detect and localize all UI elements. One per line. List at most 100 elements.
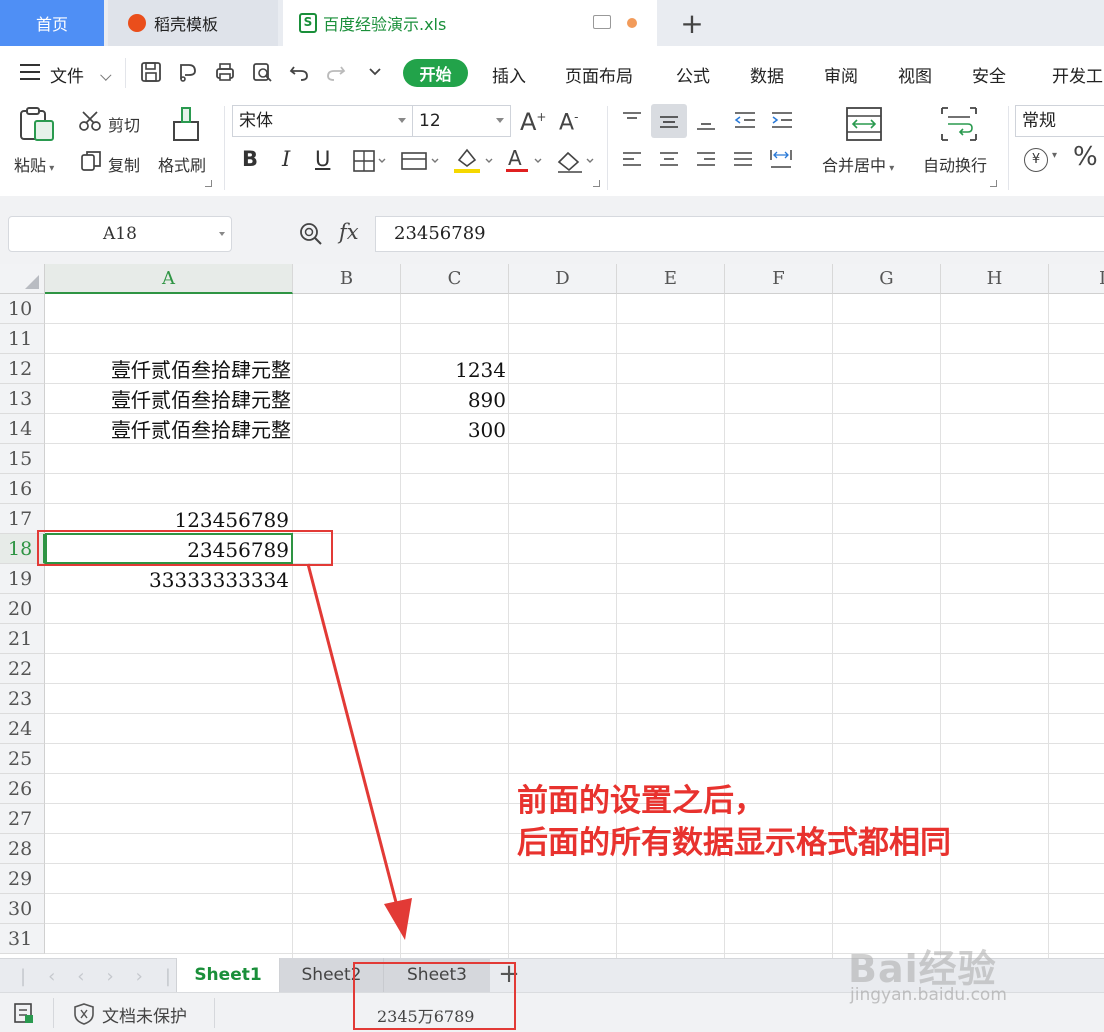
hamburger-icon[interactable]: [20, 64, 40, 80]
print-preview-icon[interactable]: [251, 61, 273, 83]
document-status-icon[interactable]: [12, 1001, 36, 1025]
align-center-icon[interactable]: [657, 150, 681, 172]
name-box[interactable]: A18: [8, 216, 232, 252]
first-sheet-icon[interactable]: |‹: [20, 966, 77, 987]
column-header-e[interactable]: E: [617, 264, 725, 294]
menu-start[interactable]: 开始: [403, 59, 468, 87]
increase-indent-icon[interactable]: [769, 110, 795, 132]
save-icon[interactable]: [140, 61, 162, 83]
row-header-14[interactable]: 14: [0, 414, 45, 444]
align-middle-button[interactable]: [651, 104, 687, 138]
font-launcher-icon[interactable]: [593, 180, 600, 187]
redo-icon[interactable]: [325, 61, 347, 83]
align-top-icon[interactable]: [620, 110, 644, 132]
row-header-29[interactable]: 29: [0, 864, 45, 894]
quick-access-dropdown-icon[interactable]: [364, 61, 386, 83]
row-header-22[interactable]: 22: [0, 654, 45, 684]
distributed-align-icon[interactable]: [768, 148, 794, 172]
decrease-indent-icon[interactable]: [732, 110, 758, 132]
tab-home[interactable]: 首页: [0, 0, 104, 46]
new-tab-button[interactable]: +: [672, 4, 712, 42]
fill-color-icon[interactable]: [453, 146, 495, 174]
italic-button[interactable]: I: [282, 147, 290, 171]
font-name-select[interactable]: 宋体: [232, 105, 413, 137]
column-header-c[interactable]: C: [401, 264, 509, 294]
menu-insert[interactable]: 插入: [492, 62, 526, 87]
next-sheet-icon[interactable]: ›: [106, 966, 135, 987]
row-header-12[interactable]: 12: [0, 354, 45, 384]
underline-button[interactable]: U: [315, 147, 330, 171]
menu-developer[interactable]: 开发工: [1052, 62, 1103, 87]
row-header-27[interactable]: 27: [0, 804, 45, 834]
cell-a14[interactable]: 壹仟贰佰叁拾肆元整: [46, 414, 291, 444]
menu-formula[interactable]: 公式: [676, 62, 710, 87]
sheet-tab-sheet1[interactable]: Sheet1: [176, 958, 280, 992]
eraser-icon[interactable]: [556, 146, 598, 174]
monitor-icon[interactable]: [593, 15, 611, 29]
row-header-16[interactable]: 16: [0, 474, 45, 504]
column-header-b[interactable]: B: [293, 264, 401, 294]
row-header-20[interactable]: 20: [0, 594, 45, 624]
menu-security[interactable]: 安全: [972, 62, 1006, 87]
font-size-select[interactable]: 12: [412, 105, 511, 137]
row-header-28[interactable]: 28: [0, 834, 45, 864]
menu-page-layout[interactable]: 页面布局: [565, 62, 633, 87]
prev-sheet-icon[interactable]: ‹: [77, 966, 106, 987]
print-icon[interactable]: [214, 61, 236, 83]
number-format-select[interactable]: 常规: [1015, 105, 1104, 137]
cell-c13[interactable]: 890: [401, 384, 506, 414]
paste-icon[interactable]: [18, 106, 56, 142]
row-header-25[interactable]: 25: [0, 744, 45, 774]
cell-c14[interactable]: 300: [401, 414, 506, 444]
format-painter-button[interactable]: 格式刷: [158, 152, 206, 176]
row-header-21[interactable]: 21: [0, 624, 45, 654]
percent-format-button[interactable]: %: [1073, 142, 1098, 172]
decrease-font-icon[interactable]: A-: [559, 110, 578, 135]
merge-center-button[interactable]: 合并居中 ▾: [822, 152, 894, 176]
menu-file[interactable]: 文件: [50, 62, 112, 87]
zoom-search-icon[interactable]: [298, 221, 324, 247]
row-header-19[interactable]: 19: [0, 564, 45, 594]
column-header-f[interactable]: F: [725, 264, 833, 294]
alignment-launcher-icon[interactable]: [990, 180, 997, 187]
currency-format-icon[interactable]: ¥: [1024, 148, 1048, 172]
wrap-text-button[interactable]: 自动换行: [923, 152, 987, 176]
row-header-30[interactable]: 30: [0, 894, 45, 924]
increase-font-icon[interactable]: A+: [520, 108, 546, 136]
copy-button[interactable]: 复制: [108, 152, 140, 176]
clipboard-launcher-icon[interactable]: [205, 180, 212, 187]
row-header-23[interactable]: 23: [0, 684, 45, 714]
menu-data[interactable]: 数据: [750, 62, 784, 87]
align-left-icon[interactable]: [620, 150, 644, 172]
font-color-icon[interactable]: A: [505, 146, 547, 174]
cell-a12[interactable]: 壹仟贰佰叁拾肆元整: [46, 354, 291, 384]
chevron-down-icon[interactable]: ▾: [1052, 150, 1057, 161]
row-header-26[interactable]: 26: [0, 774, 45, 804]
border-icon[interactable]: [353, 150, 387, 172]
tab-template[interactable]: 稻壳模板: [108, 0, 278, 46]
row-header-11[interactable]: 11: [0, 324, 45, 354]
column-header-d[interactable]: D: [509, 264, 617, 294]
row-header-24[interactable]: 24: [0, 714, 45, 744]
cell-c12[interactable]: 1234: [401, 354, 506, 384]
undo-icon[interactable]: [288, 61, 310, 83]
cell-a13[interactable]: 壹仟贰佰叁拾肆元整: [46, 384, 291, 414]
column-header-h[interactable]: H: [941, 264, 1049, 294]
export-icon[interactable]: [177, 61, 199, 83]
cell-style-icon[interactable]: [401, 150, 441, 172]
align-right-icon[interactable]: [694, 150, 718, 172]
cell-a19[interactable]: 33333333334: [46, 564, 289, 594]
menu-review[interactable]: 审阅: [824, 62, 858, 87]
formula-input[interactable]: 23456789: [375, 216, 1104, 252]
row-header-31[interactable]: 31: [0, 924, 45, 954]
menu-view[interactable]: 视图: [898, 62, 932, 87]
column-header-g[interactable]: G: [833, 264, 941, 294]
bold-button[interactable]: B: [242, 147, 258, 171]
select-all-corner[interactable]: [0, 264, 45, 294]
cut-button[interactable]: 剪切: [108, 112, 140, 136]
paste-button[interactable]: 粘贴 ▾: [14, 152, 54, 176]
align-bottom-icon[interactable]: [694, 110, 718, 132]
row-header-10[interactable]: 10: [0, 294, 45, 324]
tab-document[interactable]: S 百度经验演示.xls: [283, 0, 657, 46]
row-header-13[interactable]: 13: [0, 384, 45, 414]
